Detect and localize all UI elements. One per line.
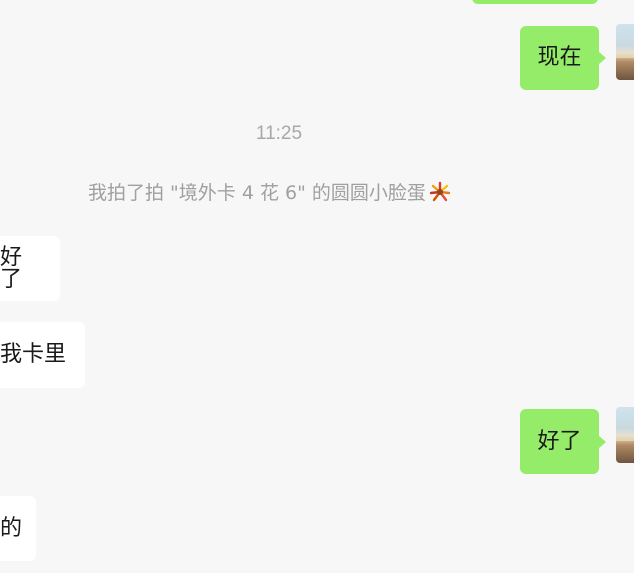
message-text: 好了 — [0, 244, 23, 292]
chat-bubble-outgoing[interactable]: 现在 — [520, 26, 606, 90]
chat-bubble-incoming[interactable]: 我卡里 — [0, 322, 85, 388]
chat-timestamp: 11:25 — [255, 123, 303, 144]
message-text: 我卡里 — [0, 342, 67, 367]
message-text: 好了 — [537, 428, 582, 454]
avatar[interactable] — [616, 407, 634, 463]
chat-bubble-incoming[interactable]: 好了 — [0, 236, 60, 301]
system-message: 我拍了拍 "境外卡 4 花 6" 的圆圆小脸蛋 — [88, 178, 451, 205]
firework-icon — [429, 181, 451, 203]
chat-bubble-outgoing[interactable]: 好了 — [520, 409, 606, 474]
chat-bubble-incoming[interactable]: 的 — [0, 496, 36, 561]
system-message-text: 我拍了拍 "境外卡 4 花 6" 的圆圆小脸蛋 — [88, 182, 426, 204]
message-text: 的 — [0, 515, 23, 541]
avatar[interactable] — [616, 24, 634, 80]
message-text: 现在 — [537, 45, 582, 70]
chat-bubble-outgoing-clipped — [472, 0, 598, 4]
